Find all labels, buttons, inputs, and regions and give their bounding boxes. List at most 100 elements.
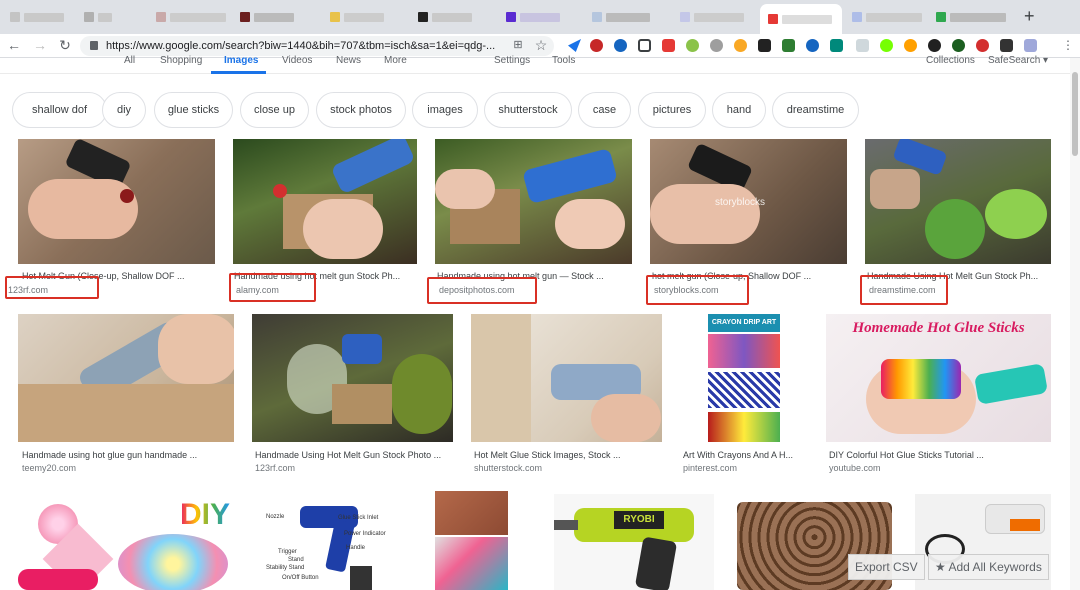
result-source[interactable]: teemy20.com [22, 463, 76, 473]
image-result-thumbnail[interactable] [471, 314, 662, 442]
image-result-thumbnail[interactable] [435, 491, 536, 590]
browser-tab-active[interactable] [760, 4, 842, 34]
image-result-thumbnail[interactable]: storyblocks [650, 139, 847, 264]
image-result-thumbnail[interactable]: Homemade Hot Glue Sticks [826, 314, 1051, 442]
add-all-keywords-button[interactable]: ★ Add All Keywords [928, 554, 1049, 580]
image-result-thumbnail[interactable]: DIY [18, 494, 243, 590]
chip-pictures[interactable]: pictures [638, 92, 706, 128]
extension-icon[interactable] [614, 39, 627, 52]
extension-icon[interactable] [904, 39, 917, 52]
back-icon[interactable]: ← [6, 37, 22, 53]
result-title[interactable]: Handmade using hot melt gun Stock Ph... [234, 271, 416, 281]
image-result-thumbnail[interactable] [18, 139, 215, 264]
extension-icon[interactable] [806, 39, 819, 52]
extension-icon[interactable] [758, 39, 771, 52]
result-title[interactable]: Handmade Using Hot Melt Gun Stock Photo … [255, 450, 453, 460]
browser-tab[interactable] [330, 9, 384, 25]
tab-videos[interactable]: Videos [282, 55, 312, 66]
result-source[interactable]: depositphotos.com [439, 285, 515, 295]
result-title[interactable]: Hot Melt Glue Stick Images, Stock ... [474, 450, 662, 460]
chip-stock-photos[interactable]: stock photos [316, 92, 406, 128]
diagram-label: Power Indicator [344, 531, 386, 537]
chip-close-up[interactable]: close up [240, 92, 309, 128]
extension-icon[interactable] [686, 39, 699, 52]
browser-tab[interactable] [418, 9, 472, 25]
tools-link[interactable]: Tools [552, 55, 575, 66]
tab-news[interactable]: News [336, 55, 361, 66]
image-result-thumbnail[interactable]: Nozzle Glue Stick Inlet Power Indicator … [260, 491, 390, 590]
address-bar[interactable]: https://www.google.com/search?biw=1440&b… [80, 36, 554, 56]
tab-all[interactable]: All [124, 55, 135, 66]
collections-link[interactable]: Collections [926, 55, 975, 66]
extension-icon[interactable] [928, 39, 941, 52]
chip-shallow-dof[interactable]: shallow dof [12, 92, 107, 128]
browser-tab[interactable] [680, 9, 744, 25]
chip-diy[interactable]: diy [102, 92, 146, 128]
result-title[interactable]: Handmade using hot melt gun — Stock ... [437, 271, 629, 281]
browser-tab[interactable] [506, 9, 560, 25]
settings-link[interactable]: Settings [494, 55, 530, 66]
result-source[interactable]: shutterstock.com [474, 463, 542, 473]
extension-icon[interactable] [568, 39, 581, 52]
result-title[interactable]: Handmade Using Hot Melt Gun Stock Ph... [867, 271, 1051, 281]
result-source[interactable]: storyblocks.com [654, 285, 719, 295]
reload-icon[interactable]: ↻ [57, 37, 73, 53]
google-search-tabs: All Shopping Images Videos News More Set… [0, 55, 1080, 74]
tab-images[interactable]: Images [224, 55, 258, 66]
extension-icon[interactable] [662, 39, 675, 52]
image-result-thumbnail[interactable] [233, 139, 417, 264]
extension-icon[interactable] [734, 39, 747, 52]
chip-images[interactable]: images [412, 92, 478, 128]
extension-icon[interactable] [952, 39, 965, 52]
result-source[interactable]: dreamstime.com [869, 285, 936, 295]
result-source[interactable]: alamy.com [236, 285, 279, 295]
image-result-thumbnail[interactable]: CRAYON DRIP ART [708, 314, 780, 442]
extension-icon[interactable] [856, 39, 869, 52]
translate-icon[interactable]: ⊞ [510, 37, 526, 53]
extension-icon[interactable] [590, 39, 603, 52]
image-result-thumbnail[interactable] [252, 314, 453, 442]
new-tab-button[interactable]: + [1024, 7, 1040, 25]
browser-tab[interactable] [936, 9, 1006, 25]
chip-dreamstime[interactable]: dreamstime [772, 92, 859, 128]
result-title[interactable]: Hot Melt Gun (Close-up, Shallow DOF ... [22, 271, 212, 281]
chip-case[interactable]: case [578, 92, 631, 128]
browser-tab[interactable] [156, 9, 226, 25]
extension-icon[interactable] [880, 39, 893, 52]
safesearch-dropdown[interactable]: SafeSearch ▾ [988, 55, 1048, 66]
chip-hand[interactable]: hand [712, 92, 766, 128]
result-source[interactable]: pinterest.com [683, 463, 737, 473]
image-result-thumbnail[interactable]: RYOBI [554, 494, 714, 590]
result-title[interactable]: Handmade using hot glue gun handmade ... [22, 450, 234, 460]
image-result-thumbnail[interactable] [865, 139, 1051, 264]
result-source[interactable]: 123rf.com [255, 463, 295, 473]
browser-tab[interactable] [852, 9, 922, 25]
tab-shopping[interactable]: Shopping [160, 55, 202, 66]
chip-shutterstock[interactable]: shutterstock [484, 92, 572, 128]
profile-avatar[interactable] [1024, 39, 1037, 52]
extension-icon[interactable] [710, 39, 723, 52]
image-result-thumbnail[interactable] [18, 314, 234, 442]
browser-tab[interactable] [592, 9, 650, 25]
result-title[interactable]: hot melt gun (Close-up, Shallow DOF ... [652, 271, 844, 281]
extension-icon[interactable] [1000, 39, 1013, 52]
result-title[interactable]: Art With Crayons And A H... [683, 450, 813, 460]
browser-tab[interactable] [10, 9, 64, 25]
menu-icon[interactable]: ⋮ [1060, 37, 1076, 53]
scrollbar-thumb[interactable] [1072, 72, 1078, 156]
extension-icon[interactable] [976, 39, 989, 52]
bookmark-star-icon[interactable]: ☆ [533, 37, 549, 53]
forward-icon[interactable]: → [32, 37, 48, 53]
result-source[interactable]: youtube.com [829, 463, 881, 473]
extension-icon[interactable] [638, 39, 651, 52]
export-csv-button[interactable]: Export CSV [848, 554, 925, 580]
extension-icon[interactable] [782, 39, 795, 52]
extension-icon[interactable] [830, 39, 843, 52]
result-source[interactable]: 123rf.com [8, 285, 48, 295]
tab-more[interactable]: More [384, 55, 407, 66]
browser-tab[interactable] [240, 9, 294, 25]
result-title[interactable]: DIY Colorful Hot Glue Sticks Tutorial ..… [829, 450, 1051, 460]
image-result-thumbnail[interactable] [435, 139, 632, 264]
chip-glue-sticks[interactable]: glue sticks [154, 92, 233, 128]
browser-tab[interactable] [84, 9, 112, 25]
